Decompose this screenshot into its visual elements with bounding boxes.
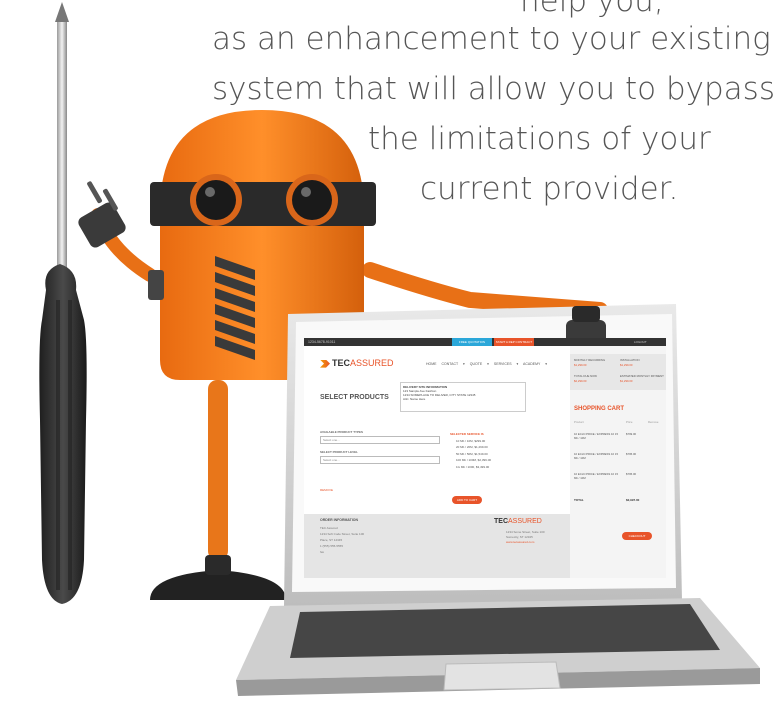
product-level-label: SELECT PRODUCT LEVEL: [320, 450, 359, 454]
screen-footer: ORDER INFORMATION TEC Assured 1234 Soft …: [304, 514, 570, 578]
add-to-cart-button[interactable]: ADD TO CART: [452, 496, 482, 504]
pricing-row[interactable]: 50 Mb / 50M, $1,549.00: [456, 452, 526, 456]
cart-item: 10 ECLN PRICE / EXPRESS 10 15 Mb / 10M: [574, 452, 618, 460]
shopping-cart-panel: MONTHLY RECURRING $1,299.00 INSTALLATION…: [570, 346, 666, 578]
checkout-button[interactable]: CHECKOUT: [622, 532, 652, 540]
pricing-row[interactable]: 100 Mb / 100M, $2,399.00: [456, 458, 526, 462]
plug-left: [78, 181, 126, 248]
cart-item: 10 ECLN PRICE / EXPRESS 10 15 Mb / 10M: [574, 432, 618, 440]
cart-summary: MONTHLY RECURRING $1,299.00 INSTALLATION…: [570, 354, 666, 390]
pricing-list: SELECTED SERVICE IS 10 Mb / 10M, $299.00…: [450, 432, 526, 469]
screwdriver: [39, 2, 87, 604]
logo-chevron-icon: [320, 359, 330, 368]
rep-contract-button[interactable]: START A REP CONTRACT: [494, 338, 534, 346]
product-level-select[interactable]: Select one...: [320, 456, 440, 464]
screen-topbar: 1234-5678-91011 FREE QUOTATION START A R…: [304, 338, 666, 346]
main-nav[interactable]: HOME CONTACT ▾ QUOTE ▾ SERVICES ▾ ACADEM…: [426, 362, 547, 366]
product-type-label: AVAILABLE PRODUCT TYPES: [320, 430, 364, 434]
tec-assured-logo[interactable]: TECASSURED: [320, 358, 394, 368]
robot-arm-right: [362, 262, 608, 318]
pricing-row[interactable]: 10 Mb / 10M, $299.00: [456, 439, 526, 443]
logout-link[interactable]: LOGOUT: [634, 340, 647, 344]
laptop-screen: 1234-5678-91011 FREE QUOTATION START A R…: [304, 338, 666, 578]
product-type-select[interactable]: Select one...: [320, 436, 440, 444]
cart-item: 10 ECLN PRICE / EXPRESS 10 15 Mb / 10M: [574, 472, 618, 480]
pricing-row[interactable]: 20 Mb / 20M, $1,299.00: [456, 445, 526, 449]
free-quote-button[interactable]: FREE QUOTATION: [452, 338, 492, 346]
select-products-title: SELECT PRODUCTS: [320, 394, 389, 401]
footer-logo: TECASSURED: [494, 518, 542, 525]
cart-total: $2,997.00: [626, 498, 640, 502]
remove-link[interactable]: REMOVE: [320, 488, 333, 492]
pricing-row[interactable]: 1G Mb / 1000, $3,499.00: [456, 465, 526, 469]
phone-number: 1234-5678-91011: [308, 340, 336, 344]
delivery-info: DELIVERY SITE INFORMATION 123 Sample Ave…: [400, 382, 526, 412]
shopping-cart-title: SHOPPING CART: [574, 406, 625, 412]
